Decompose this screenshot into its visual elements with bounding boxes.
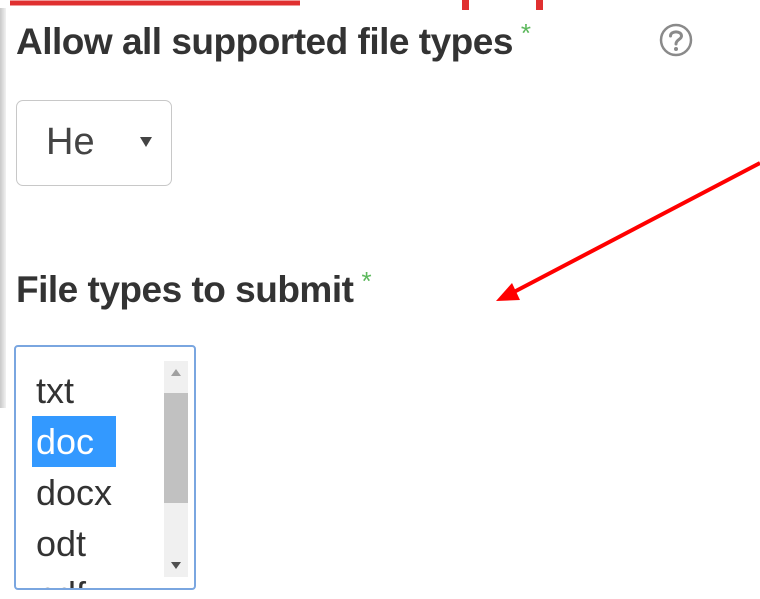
scroll-up-icon[interactable]: [171, 369, 181, 376]
allow-file-types-label: Allow all supported file types *: [16, 18, 531, 63]
scroll-thumb[interactable]: [164, 393, 188, 503]
allow-file-types-select[interactable]: He: [16, 100, 172, 186]
select-value: He: [46, 121, 95, 163]
window-edge: [0, 8, 6, 408]
list-item-txt[interactable]: txt: [32, 365, 116, 416]
chevron-down-icon: [140, 137, 152, 147]
file-types-label-text: File types to submit: [16, 269, 354, 310]
listbox-options: txt doc docx odt pdf: [32, 365, 117, 588]
required-marker: *: [361, 266, 372, 296]
file-types-label: File types to submit *: [16, 266, 372, 311]
file-types-listbox[interactable]: txt doc docx odt pdf: [14, 345, 196, 590]
allow-file-types-label-text: Allow all supported file types: [16, 21, 513, 62]
scroll-down-icon[interactable]: [171, 562, 181, 569]
red-annotation-strokes: [10, 0, 543, 10]
required-marker: *: [520, 18, 531, 48]
form-page: Allow all supported file types * He File …: [0, 0, 760, 599]
list-item-pdf[interactable]: pdf: [32, 569, 116, 588]
list-item-docx[interactable]: docx: [32, 467, 116, 518]
help-icon[interactable]: [658, 22, 694, 58]
list-item-doc[interactable]: doc: [32, 416, 117, 467]
list-item-odt[interactable]: odt: [32, 518, 116, 569]
listbox-scrollbar[interactable]: [164, 361, 188, 577]
